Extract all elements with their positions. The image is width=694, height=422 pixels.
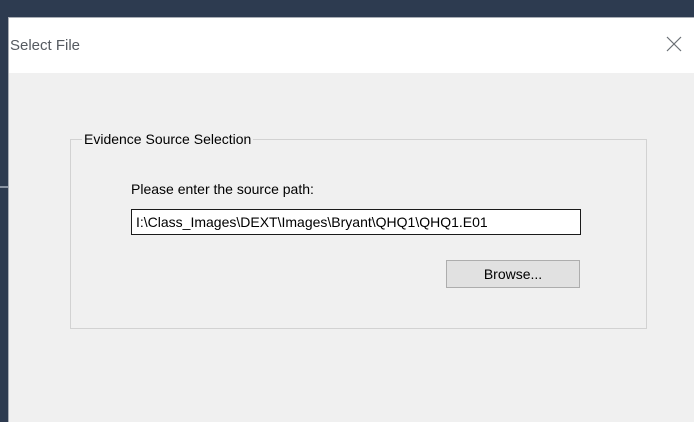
select-file-dialog: Select File Evidence Source Selection Pl… bbox=[8, 17, 694, 422]
browse-button[interactable]: Browse... bbox=[446, 260, 580, 288]
close-icon[interactable] bbox=[664, 34, 684, 54]
source-path-label: Please enter the source path: bbox=[131, 181, 314, 197]
dialog-title: Select File bbox=[10, 37, 81, 54]
close-icon-glyph bbox=[666, 36, 682, 52]
backdrop-divider bbox=[0, 186, 8, 188]
dialog-titlebar[interactable]: Select File bbox=[9, 18, 694, 73]
source-path-input[interactable] bbox=[131, 209, 581, 235]
groupbox-legend: Evidence Source Selection bbox=[82, 131, 254, 147]
